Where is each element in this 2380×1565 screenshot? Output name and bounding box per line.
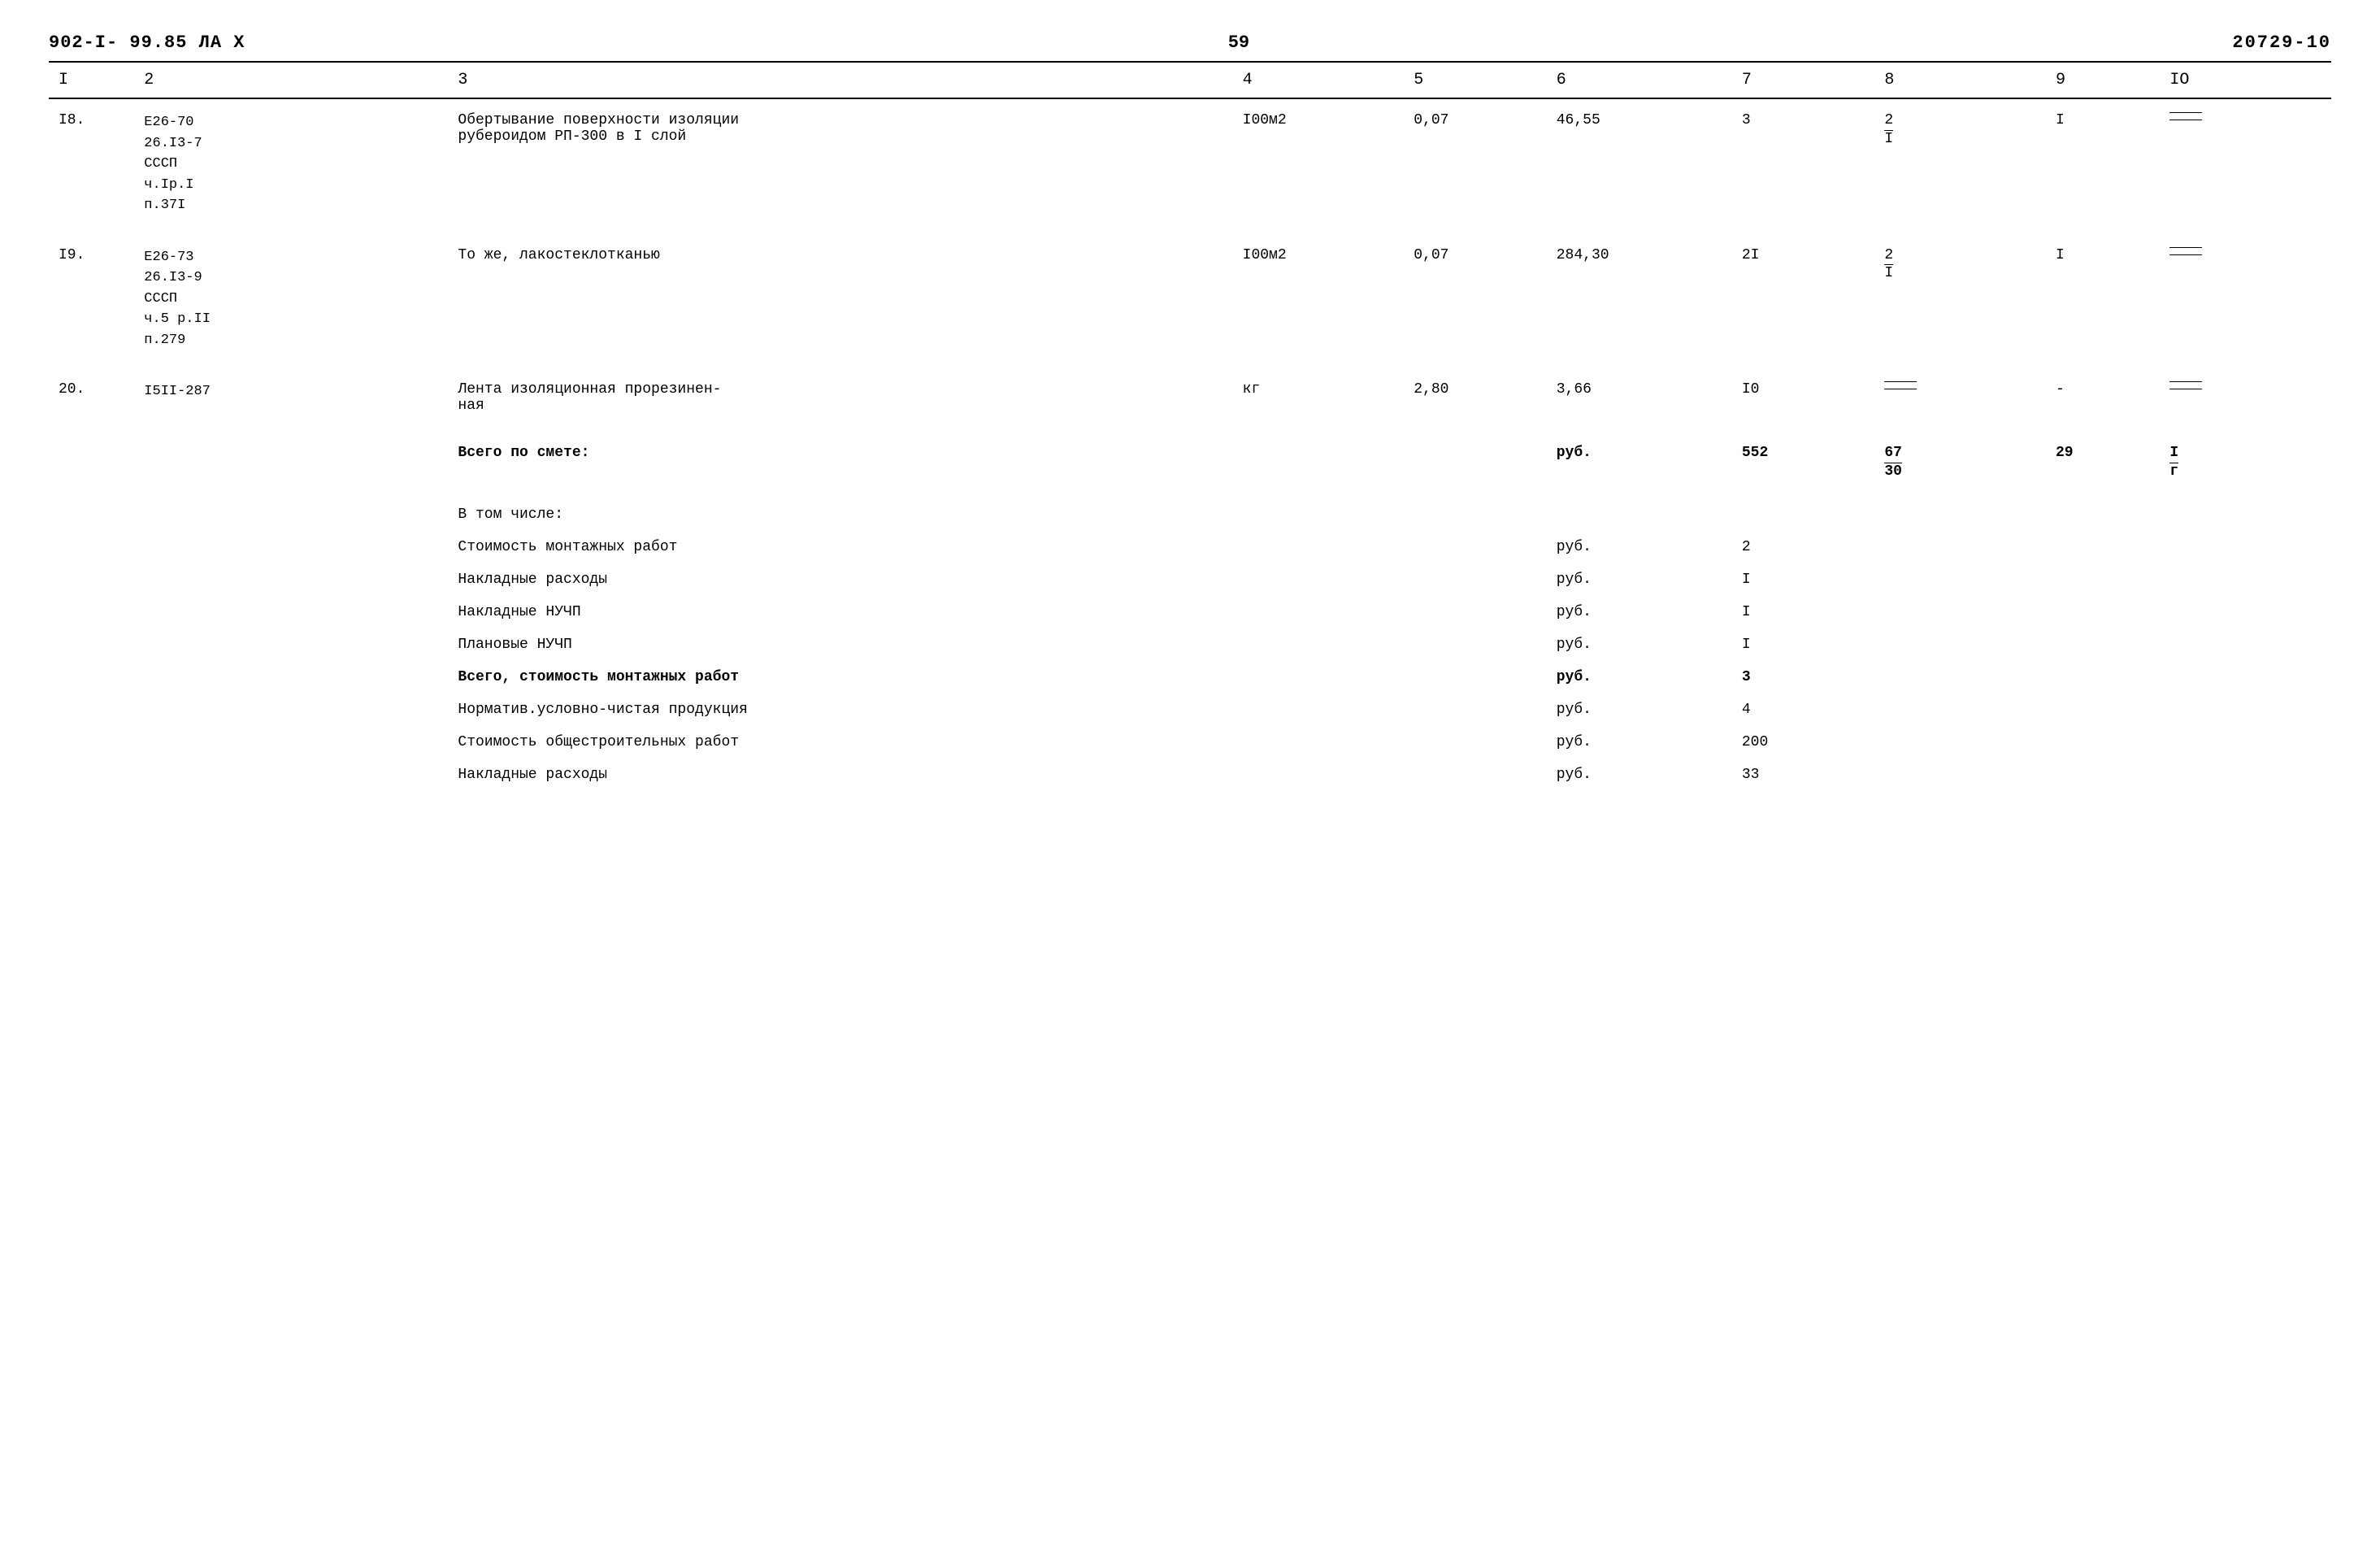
row-col10 [2160, 357, 2331, 420]
breakdown-value: I [1732, 594, 1875, 627]
row-col5: 2,80 [1404, 357, 1547, 420]
col-header-5: 5 [1404, 62, 1547, 98]
row-num: 20. [49, 357, 134, 420]
breakdown-row: Стоимость монтажных работ руб. 2 [49, 529, 2331, 562]
breakdown-label: Плановые НУЧП [448, 627, 1232, 659]
breakdown-unit: руб. [1547, 594, 1732, 627]
breakdown-unit: руб. [1547, 562, 1732, 594]
breakdown-title-row: В том числе: [49, 487, 2331, 529]
breakdown-label: Накладные расходы [448, 562, 1232, 594]
col-header-1: I [49, 62, 134, 98]
breakdown-row: Всего, стоимость монтажных работ руб. 3 [49, 659, 2331, 692]
breakdown-label: Всего, стоимость монтажных работ [448, 659, 1232, 692]
summary-empty [49, 420, 134, 487]
breakdown-label: Норматив.условно-чистая продукция [448, 692, 1232, 724]
breakdown-unit: руб. [1547, 692, 1732, 724]
row-col10 [2160, 98, 2331, 223]
breakdown-value: 33 [1732, 757, 1875, 789]
row-num: I8. [49, 98, 134, 223]
breakdown-unit: руб. [1547, 659, 1732, 692]
col-header-7: 7 [1732, 62, 1875, 98]
row-col7: 2I [1732, 223, 1875, 358]
breakdown-unit: руб. [1547, 724, 1732, 757]
breakdown-value: I [1732, 562, 1875, 594]
breakdown-title: В том числе: [448, 487, 1232, 529]
row-unit: I00м2 [1233, 98, 1405, 223]
row-desc: То же, лакостеклотканью [448, 223, 1232, 358]
row-ref: Е26-7026.I3-7СССПч.Iр.Iп.37I [134, 98, 448, 223]
header-right: 20729-10 [2232, 33, 2331, 53]
breakdown-row: Плановые НУЧП руб. I [49, 627, 2331, 659]
row-col10 [2160, 223, 2331, 358]
table-row: 20. I5II-287 Лента изоляционная прорезин… [49, 357, 2331, 420]
page-header: 902-I- 99.85 ЛА Х 59 20729-10 [49, 33, 2331, 53]
summary-val8: 67 30 [1874, 420, 2046, 487]
table-header-row: I 2 3 4 5 6 7 8 9 IO [49, 62, 2331, 98]
summary-empty [134, 420, 448, 487]
breakdown-label: Стоимость общестроительных работ [448, 724, 1232, 757]
fraction: 67 30 [1884, 446, 1902, 480]
breakdown-value: 200 [1732, 724, 1875, 757]
row-ref: Е26-7326.I3-9СССПч.5 р.IIп.279 [134, 223, 448, 358]
col-header-8: 8 [1874, 62, 2046, 98]
breakdown-row: Стоимость общестроительных работ руб. 20… [49, 724, 2331, 757]
summary-val9: 29 [2046, 420, 2160, 487]
breakdown-unit: руб. [1547, 529, 1732, 562]
row-col7: I0 [1732, 357, 1875, 420]
breakdown-label: Накладные НУЧП [448, 594, 1232, 627]
row-col8: 2 I [1874, 98, 2046, 223]
col-header-2: 2 [134, 62, 448, 98]
main-table: I 2 3 4 5 6 7 8 9 IO I8. Е26-7026.I3-7СС… [49, 61, 2331, 789]
breakdown-value: 4 [1732, 692, 1875, 724]
summary-unit: руб. [1547, 420, 1732, 487]
header-center: 59 [1228, 33, 1249, 53]
breakdown-value: 3 [1732, 659, 1875, 692]
table-row: I8. Е26-7026.I3-7СССПч.Iр.Iп.37I Обертыв… [49, 98, 2331, 223]
row-col8 [1874, 357, 2046, 420]
breakdown-row: Накладные НУЧП руб. I [49, 594, 2331, 627]
row-col5: 0,07 [1404, 223, 1547, 358]
breakdown-unit: руб. [1547, 757, 1732, 789]
summary-val7: 552 [1732, 420, 1875, 487]
fraction: 2 I [1884, 113, 1893, 148]
breakdown-value: 2 [1732, 529, 1875, 562]
summary-empty [1233, 420, 1405, 487]
breakdown-label: Накладные расходы [448, 757, 1232, 789]
row-col9: I [2046, 98, 2160, 223]
table-row: I9. Е26-7326.I3-9СССПч.5 р.IIп.279 То же… [49, 223, 2331, 358]
summary-val10: I г [2160, 420, 2331, 487]
breakdown-row: Накладные расходы руб. I [49, 562, 2331, 594]
row-col8: 2 I [1874, 223, 2046, 358]
col-header-3: 3 [448, 62, 1232, 98]
row-col9: I [2046, 223, 2160, 358]
row-desc: Обертывание поверхности изоляциирубероид… [448, 98, 1232, 223]
col-header-6: 6 [1547, 62, 1732, 98]
row-col7: 3 [1732, 98, 1875, 223]
fraction: I г [2169, 446, 2178, 480]
summary-empty [1404, 420, 1547, 487]
fraction: 2 I [1884, 248, 1893, 283]
row-desc: Лента изоляционная прорезинен-ная [448, 357, 1232, 420]
breakdown-row: Норматив.условно-чистая продукция руб. 4 [49, 692, 2331, 724]
header-left: 902-I- 99.85 ЛА Х [49, 33, 245, 53]
col-header-4: 4 [1233, 62, 1405, 98]
breakdown-label: Стоимость монтажных работ [448, 529, 1232, 562]
row-num: I9. [49, 223, 134, 358]
col-header-10: IO [2160, 62, 2331, 98]
summary-label: Всего по смете: [448, 420, 1232, 487]
col-header-9: 9 [2046, 62, 2160, 98]
row-col6: 46,55 [1547, 98, 1732, 223]
breakdown-row: Накладные расходы руб. 33 [49, 757, 2331, 789]
summary-row: Всего по смете: руб. 552 67 30 29 I г [49, 420, 2331, 487]
row-col5: 0,07 [1404, 98, 1547, 223]
row-ref: I5II-287 [134, 357, 448, 420]
breakdown-unit: руб. [1547, 627, 1732, 659]
row-col9: - [2046, 357, 2160, 420]
row-col6: 284,30 [1547, 223, 1732, 358]
row-col6: 3,66 [1547, 357, 1732, 420]
row-unit: кг [1233, 357, 1405, 420]
row-unit: I00м2 [1233, 223, 1405, 358]
breakdown-value: I [1732, 627, 1875, 659]
